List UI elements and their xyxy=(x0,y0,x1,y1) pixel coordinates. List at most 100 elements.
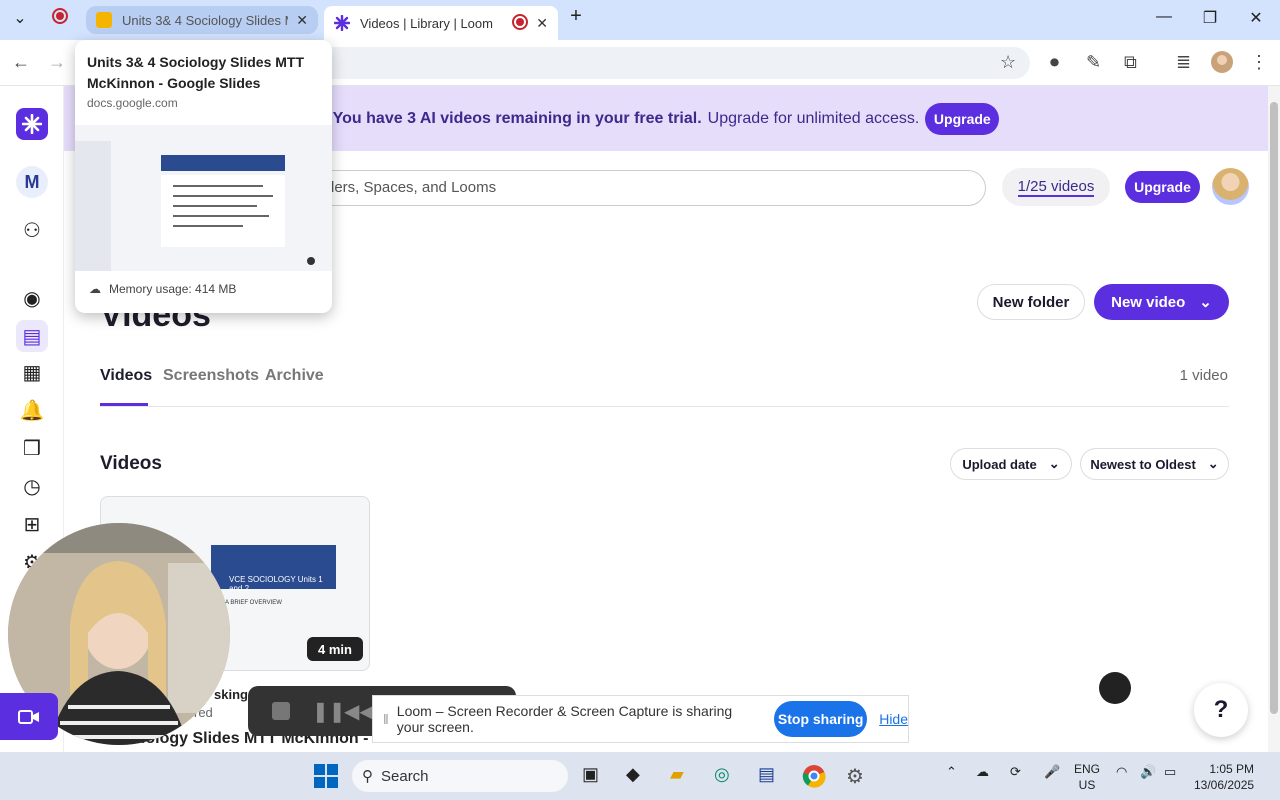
stop-sharing-button[interactable]: Stop sharing xyxy=(774,701,868,737)
minimize-icon[interactable]: — xyxy=(1152,8,1176,26)
profile-icon[interactable]: ◉ xyxy=(16,282,48,314)
close-window-icon[interactable]: ✕ xyxy=(1244,8,1268,28)
restore-icon[interactable]: ❐ xyxy=(1198,8,1222,28)
edge-icon[interactable]: ◎ xyxy=(714,764,730,785)
hide-link[interactable]: Hide xyxy=(879,711,908,727)
library-icon[interactable]: ▤ xyxy=(16,320,48,352)
windows-start-icon[interactable] xyxy=(314,764,338,793)
chrome-menu-icon[interactable]: ⋮ xyxy=(1250,52,1268,73)
sort-by-label: Upload date xyxy=(962,456,1037,472)
stop-recording-icon[interactable] xyxy=(272,702,290,720)
drag-handle-icon[interactable]: ‖ xyxy=(383,711,389,727)
video-quota-label: 1/25 videos xyxy=(1017,177,1095,197)
banner-bold-text: You have 3 AI videos remaining in your f… xyxy=(332,109,702,127)
search-icon: ⚲ xyxy=(362,768,373,785)
header-upgrade-button[interactable]: Upgrade xyxy=(1125,171,1200,203)
video-camera-icon xyxy=(18,709,39,724)
hover-card-url: docs.google.com xyxy=(87,96,178,110)
banner-upgrade-button[interactable]: Upgrade xyxy=(925,102,1000,135)
file-explorer-icon[interactable]: ▰ xyxy=(670,764,684,785)
loom-logo-icon[interactable] xyxy=(16,108,48,140)
floating-capture-icon[interactable] xyxy=(1099,672,1131,704)
wifi-icon[interactable]: ◠ xyxy=(1116,764,1127,780)
clock-time: 1:05 PM xyxy=(1209,762,1255,776)
puzzle-extensions-icon[interactable]: ⧉ xyxy=(1124,52,1137,73)
volume-icon[interactable]: 🔊 xyxy=(1140,764,1156,780)
media-control-icon[interactable]: ≣ xyxy=(1176,52,1191,73)
taskbar-search[interactable]: ⚲ Search xyxy=(352,760,568,792)
loom-favicon-icon xyxy=(333,14,351,32)
battery-icon[interactable]: ▭ xyxy=(1164,764,1176,780)
close-tab-icon[interactable]: ✕ xyxy=(296,12,308,29)
task-view-icon[interactable]: ▣ xyxy=(582,764,599,785)
sync-icon[interactable]: ⟳ xyxy=(1010,764,1021,780)
extension-icon[interactable]: ⏺ xyxy=(1050,52,1059,73)
close-tab-icon[interactable]: ✕ xyxy=(536,15,548,32)
memory-usage: ☁ Memory usage: 414 MB xyxy=(89,282,236,296)
store-icon[interactable]: ▤ xyxy=(758,764,775,785)
help-button[interactable]: ? xyxy=(1194,683,1248,737)
hover-card-preview xyxy=(75,125,332,271)
google-slides-icon xyxy=(96,12,112,28)
chrome-icon[interactable] xyxy=(802,764,826,791)
duration-badge: 4 min xyxy=(307,637,363,661)
history-clock-icon[interactable]: ◷ xyxy=(16,470,48,502)
sort-order-label: Newest to Oldest xyxy=(1090,456,1196,472)
browser-tab-loom[interactable]: Videos | Library | Loom ✕ xyxy=(324,6,558,40)
chevron-up-icon[interactable]: ⌃ xyxy=(946,764,957,780)
new-video-button[interactable]: New video ⌄ xyxy=(1094,284,1229,320)
thumbnail-slide-title: VCE SOCIOLOGY Units 1 and 2 xyxy=(211,545,336,593)
search-input[interactable]: lers, Spaces, and Looms xyxy=(300,170,986,206)
new-tab-plus-icon[interactable]: + xyxy=(564,5,588,28)
video-quota[interactable]: 1/25 videos xyxy=(1002,168,1110,206)
tab-search-chevron-icon[interactable]: ⌄ xyxy=(8,8,32,28)
new-folder-button[interactable]: New folder xyxy=(977,284,1085,320)
video-count-label: 1 video xyxy=(1179,367,1228,384)
tab-archive[interactable]: Archive xyxy=(265,367,324,385)
scrollbar-thumb[interactable] xyxy=(1270,102,1278,714)
system-clock[interactable]: 1:05 PM 13/06/2025 xyxy=(1194,761,1254,793)
settings-icon[interactable]: ⚙ xyxy=(846,764,864,789)
screen-sharing-bar: ‖ Loom – Screen Recorder & Screen Captur… xyxy=(372,695,909,743)
pause-icon[interactable]: ❚❚ xyxy=(312,699,346,724)
bookmark-icon[interactable]: ❒ xyxy=(16,432,48,464)
tab-videos[interactable]: Videos xyxy=(100,367,152,385)
profile-avatar-icon[interactable] xyxy=(1210,50,1234,79)
thumbnail-slide-subtitle: A BRIEF OVERVIEW xyxy=(225,600,282,606)
chevron-down-icon: ⌄ xyxy=(1199,294,1212,311)
page-scrollbar[interactable] xyxy=(1268,86,1280,752)
region-code: US xyxy=(1078,778,1096,792)
recording-indicator-icon xyxy=(48,8,72,29)
clock-date: 13/06/2025 xyxy=(1194,778,1255,792)
m365-icon[interactable]: ◆ xyxy=(626,764,640,785)
record-launcher-button[interactable] xyxy=(0,693,58,740)
forward-arrow-icon[interactable]: → xyxy=(48,52,66,73)
video-title-fragment[interactable]: sking xyxy=(214,687,248,702)
recording-indicator-icon xyxy=(512,13,529,33)
workspace-avatar[interactable]: M xyxy=(16,166,48,198)
bell-icon[interactable]: 🔔 xyxy=(16,394,48,426)
pen-extension-icon[interactable]: ✎ xyxy=(1086,52,1101,73)
language-indicator[interactable]: ENG US xyxy=(1074,761,1100,793)
tab-screenshots[interactable]: Screenshots xyxy=(163,367,259,385)
sort-by-dropdown[interactable]: Upload date ⌄ xyxy=(950,448,1072,480)
banner-text: Upgrade for unlimited access. xyxy=(707,109,920,127)
browser-tab-strip: ⌄ Units 3& 4 Sociology Slides M ✕ Videos… xyxy=(0,0,1280,40)
tabs-divider xyxy=(100,406,1229,407)
onedrive-icon[interactable]: ☁ xyxy=(976,764,989,780)
taskbar-search-label: Search xyxy=(381,767,429,785)
user-avatar[interactable] xyxy=(1212,168,1249,205)
active-tab-indicator xyxy=(100,403,148,406)
tab-hover-card: Units 3& 4 Sociology Slides MTT McKinnon… xyxy=(75,40,332,313)
chevron-down-icon: ⌄ xyxy=(1048,456,1060,471)
sort-order-dropdown[interactable]: Newest to Oldest ⌄ xyxy=(1080,448,1229,480)
back-arrow-icon[interactable]: ← xyxy=(12,52,30,73)
language-code: ENG xyxy=(1074,762,1101,776)
microphone-icon[interactable]: 🎤 xyxy=(1044,764,1060,780)
gift-icon[interactable]: ⊞ xyxy=(16,508,48,540)
bookmark-star-icon[interactable]: ☆ xyxy=(1000,52,1016,73)
rewind-icon[interactable]: ◀◀ xyxy=(344,699,375,724)
add-user-icon[interactable]: ⚇ xyxy=(16,214,48,246)
browser-tab-google-slides[interactable]: Units 3& 4 Sociology Slides M ✕ xyxy=(86,6,318,34)
calendar-icon[interactable]: ▦ xyxy=(16,356,48,388)
